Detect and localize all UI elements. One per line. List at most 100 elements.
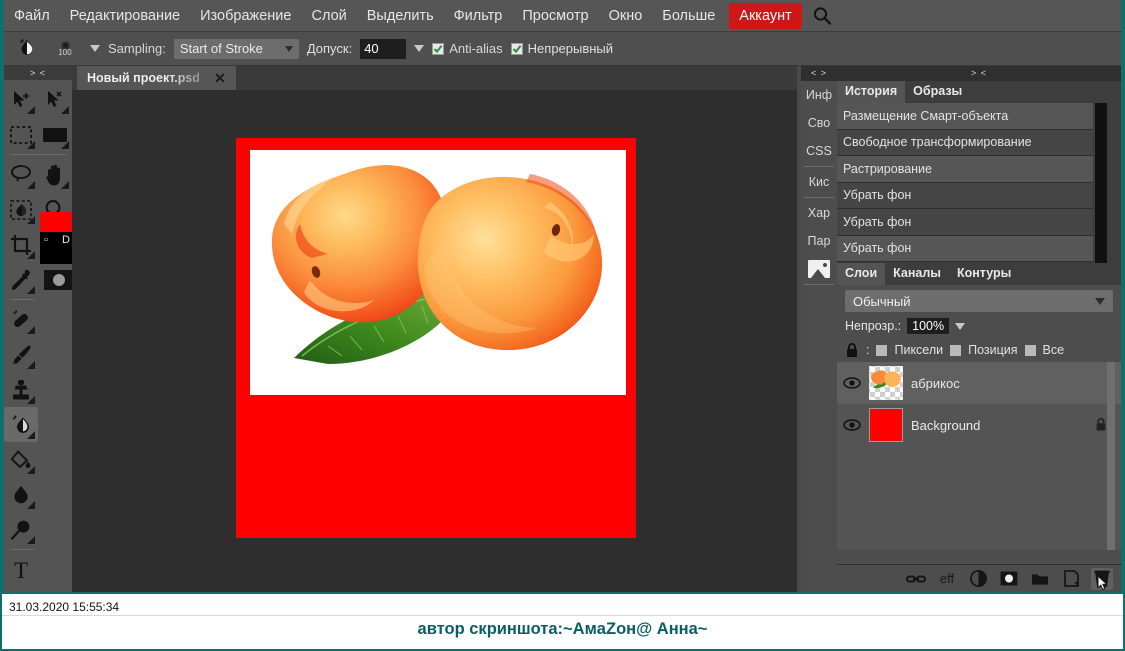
background-eraser-tool[interactable] — [4, 407, 38, 442]
new-group-button[interactable] — [1029, 568, 1051, 590]
tool-more-corner-icon — [27, 466, 35, 474]
default-colors-icon[interactable]: ▫ — [44, 234, 48, 246]
menu-item-file[interactable]: Файл — [4, 4, 60, 28]
rectangle-shape-tool[interactable] — [38, 117, 72, 152]
artboard[interactable] — [236, 138, 636, 538]
rail-tab-info[interactable]: Инф — [801, 81, 837, 109]
rail-tab-brushes[interactable]: Кис — [801, 168, 837, 196]
tab-layers[interactable]: Слои — [837, 263, 886, 285]
history-item[interactable]: Размещение Смарт-объекта — [837, 103, 1093, 130]
brush-size-value: 100 — [58, 48, 72, 57]
layer-row-background[interactable]: Background — [837, 404, 1121, 446]
menu-item-layer[interactable]: Слой — [301, 4, 356, 28]
paint-bucket-tool[interactable] — [4, 442, 38, 477]
blur-tool[interactable] — [4, 477, 38, 512]
lock-pixels-label: Пиксели — [894, 343, 944, 357]
history-scrollbar[interactable] — [1095, 103, 1107, 263]
document-tab[interactable]: Новый проект.psd ✕ — [77, 66, 236, 90]
opacity-chevron-down-icon[interactable] — [955, 322, 966, 330]
hand-tool[interactable] — [38, 157, 72, 192]
antialias-checkbox-row[interactable]: Anti-alias — [432, 41, 503, 56]
tool-row: T — [4, 552, 72, 587]
tool-more-corner-icon — [27, 431, 35, 439]
sampling-select[interactable]: Start of Stroke — [173, 38, 299, 59]
menu-item-more[interactable]: Больше — [652, 4, 725, 28]
clone-stamp-tool[interactable] — [4, 372, 38, 407]
tool-more-corner-icon — [27, 501, 35, 509]
new-layer-button[interactable] — [1060, 568, 1082, 590]
brush-preset-chevron-down-icon[interactable] — [90, 45, 100, 52]
history-item[interactable]: Убрать фон — [837, 235, 1093, 262]
layer-styles-button[interactable]: eff — [936, 568, 958, 590]
history-item[interactable]: Убрать фон — [837, 182, 1093, 209]
contiguous-checkbox-row[interactable]: Непрерывный — [510, 41, 613, 56]
tab-history[interactable]: История — [837, 81, 906, 103]
tab-channels[interactable]: Каналы — [885, 263, 949, 285]
rail-tab-properties[interactable]: Сво — [801, 109, 837, 137]
layers-scrollbar[interactable] — [1107, 362, 1115, 550]
type-tool[interactable]: T — [4, 552, 38, 587]
menu-item-select[interactable]: Выделить — [357, 4, 444, 28]
account-button[interactable]: Аккаунт — [729, 2, 802, 29]
eye-icon[interactable] — [843, 419, 861, 431]
rail-grip[interactable]: < > — [801, 66, 837, 81]
rail-divider — [804, 166, 834, 167]
toolbar-spacer-4 — [38, 337, 72, 372]
brush-size-preview[interactable]: 100 — [48, 36, 82, 62]
menu-item-edit[interactable]: Редактирование — [60, 4, 190, 28]
tool-more-corner-icon — [27, 251, 35, 259]
background-eraser-tool-icon[interactable] — [14, 36, 40, 62]
dodge-tool[interactable] — [4, 512, 38, 547]
history-item[interactable]: Свободное трансформирование — [837, 129, 1093, 156]
history-list[interactable]: Размещение Смарт-объекта Свободное транс… — [837, 103, 1121, 263]
rectangular-marquee-tool[interactable] — [4, 117, 38, 152]
rail-tab-character[interactable]: Хар — [801, 199, 837, 227]
history-item[interactable]: Убрать фон — [837, 209, 1093, 236]
tab-patterns[interactable]: Образы — [905, 81, 971, 103]
tolerance-input[interactable]: 40 — [360, 38, 407, 59]
tools-panel-grip[interactable]: > < — [4, 66, 72, 80]
rail-tab-image[interactable] — [801, 255, 837, 283]
quick-mask-icon[interactable] — [44, 270, 74, 290]
menu-item-window[interactable]: Окно — [599, 4, 653, 28]
crop-tool[interactable] — [4, 227, 38, 262]
right-panel-dock: > < История Образы Размещение Смарт-объе… — [837, 66, 1121, 592]
layer-row-apricot[interactable]: абрикос — [837, 362, 1121, 404]
search-icon[interactable] — [812, 6, 832, 26]
menu-item-filter[interactable]: Фильтр — [444, 4, 513, 28]
layer-list[interactable]: абрикос Background — [837, 362, 1121, 550]
lock-pixels-checkbox[interactable] — [876, 344, 888, 356]
lock-position-checkbox[interactable] — [950, 344, 962, 356]
antialias-checkbox[interactable] — [432, 42, 445, 55]
blend-mode-select[interactable]: Обычный — [845, 290, 1113, 312]
adjustment-layer-button[interactable] — [967, 568, 989, 590]
canvas-area[interactable] — [72, 90, 797, 592]
opacity-value[interactable]: 100% — [907, 318, 950, 334]
lasso-tool[interactable] — [4, 157, 38, 192]
history-panel-grip[interactable]: > < — [837, 66, 1121, 81]
link-layers-button[interactable] — [905, 568, 927, 590]
lock-all-checkbox[interactable] — [1024, 344, 1036, 356]
swap-colors-icon[interactable]: D — [62, 234, 70, 246]
menu-item-image[interactable]: Изображение — [190, 4, 301, 28]
layer-mask-button[interactable] — [998, 568, 1020, 590]
path-selection-tool[interactable] — [38, 82, 72, 117]
layers-tab-row: Слои Каналы Контуры — [837, 263, 1121, 285]
tab-paths[interactable]: Контуры — [948, 263, 1020, 285]
close-icon[interactable]: ✕ — [214, 71, 226, 85]
eye-icon[interactable] — [843, 377, 861, 389]
layer-thumbnail-background[interactable] — [869, 408, 903, 442]
layer-thumbnail-apricot[interactable] — [869, 366, 903, 400]
move-tool[interactable] — [4, 82, 38, 117]
rail-tab-css[interactable]: CSS — [801, 137, 837, 165]
eyedropper-tool[interactable] — [4, 262, 38, 297]
object-select-tool[interactable] — [4, 192, 38, 227]
healing-brush-tool[interactable] — [4, 302, 38, 337]
menu-item-view[interactable]: Просмотр — [512, 4, 598, 28]
history-item[interactable]: Растрирование — [837, 156, 1093, 183]
brush-tool[interactable] — [4, 337, 38, 372]
contiguous-checkbox[interactable] — [510, 42, 523, 55]
tool-more-corner-icon — [27, 141, 35, 149]
tolerance-chevron-down-icon[interactable] — [414, 45, 425, 52]
rail-tab-paragraph[interactable]: Пар — [801, 227, 837, 255]
